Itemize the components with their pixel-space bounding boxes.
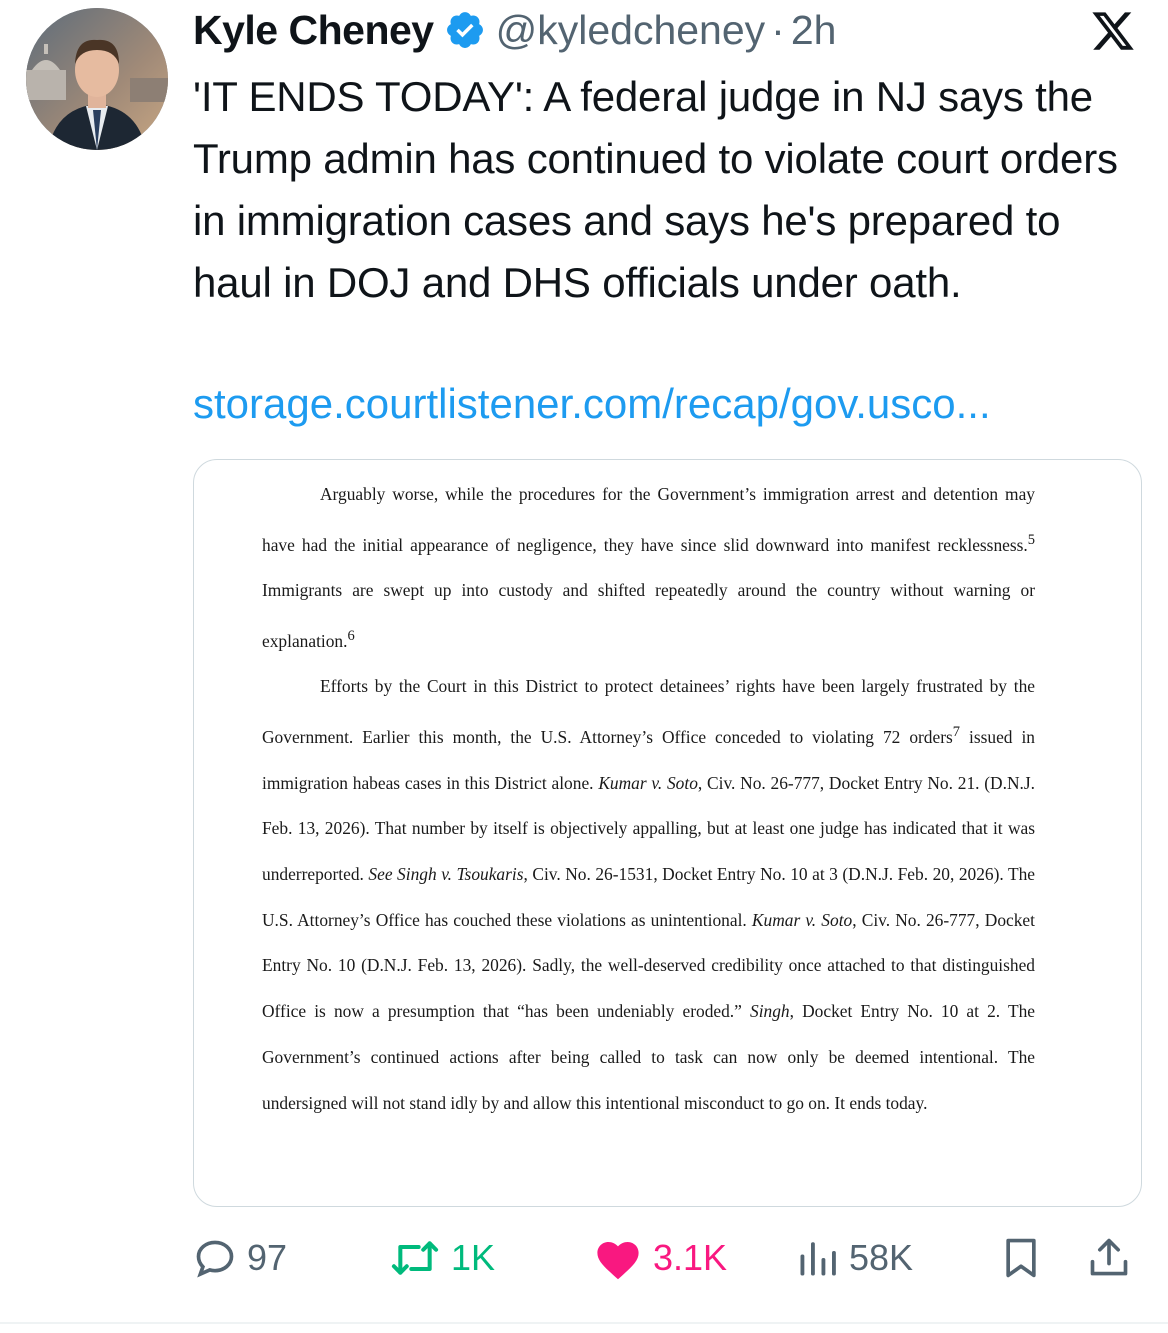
share-button[interactable] <box>1087 1228 1131 1288</box>
avatar[interactable] <box>26 8 168 150</box>
avatar-photo <box>26 8 168 150</box>
separator-dot: · <box>771 6 785 53</box>
case-citation: Kumar v. Soto <box>751 909 853 930</box>
footnote-marker: 7 <box>952 724 961 741</box>
verified-badge-icon <box>446 12 483 48</box>
footnote-marker: 5 <box>1027 531 1035 548</box>
bookmark-button[interactable] <box>999 1228 1043 1288</box>
case-citation: Kumar v. Soto <box>598 772 698 793</box>
timestamp[interactable]: 2h <box>791 7 837 54</box>
footnote-marker: 6 <box>347 627 355 644</box>
doc-text: Efforts by the Court in this District to… <box>262 676 1035 747</box>
author-handle[interactable]: @kyledcheney <box>496 7 766 54</box>
doc-text: Immigrants are swept up into custody and… <box>262 580 1035 651</box>
tweet-link[interactable]: storage.courtlistener.com/recap/gov.usco… <box>193 376 1143 432</box>
x-logo-icon <box>1092 12 1134 50</box>
author-name[interactable]: Kyle Cheney <box>193 7 434 54</box>
case-citation: Singh <box>750 1001 790 1022</box>
document-paragraph-2: Efforts by the Court in this District to… <box>262 664 1035 1126</box>
repost-icon <box>391 1241 439 1275</box>
views-icon <box>800 1242 836 1276</box>
document-page: Arguably worse, while the procedures for… <box>262 472 1035 1126</box>
reply-button[interactable]: 97 <box>193 1228 287 1288</box>
views-button[interactable]: 58K <box>797 1228 913 1288</box>
repost-count: 1K <box>451 1237 496 1278</box>
share-icon <box>1090 1238 1128 1276</box>
reply-count: 97 <box>247 1237 288 1278</box>
view-count: 58K <box>849 1237 914 1278</box>
tweet-actions: 97 1K 3.1K 58K <box>193 1228 1140 1288</box>
heart-icon <box>597 1242 639 1280</box>
doc-text: Arguably worse, while the procedures for… <box>262 484 1035 555</box>
bookmark-icon <box>1006 1238 1036 1278</box>
document-paragraph-1: Arguably worse, while the procedures for… <box>262 472 1035 664</box>
divider <box>0 1322 1168 1324</box>
like-button[interactable]: 3.1K <box>593 1228 727 1288</box>
attached-document-image[interactable]: Arguably worse, while the procedures for… <box>193 459 1142 1207</box>
tweet-header: Kyle Cheney @kyledcheney · 2h <box>193 2 1138 58</box>
reply-icon <box>196 1240 234 1278</box>
case-citation: See Singh v. Tsoukaris <box>368 864 524 885</box>
tweet-text: 'IT ENDS TODAY': A federal judge in NJ s… <box>193 73 1118 306</box>
like-count: 3.1K <box>653 1237 728 1278</box>
repost-button[interactable]: 1K <box>389 1228 495 1288</box>
